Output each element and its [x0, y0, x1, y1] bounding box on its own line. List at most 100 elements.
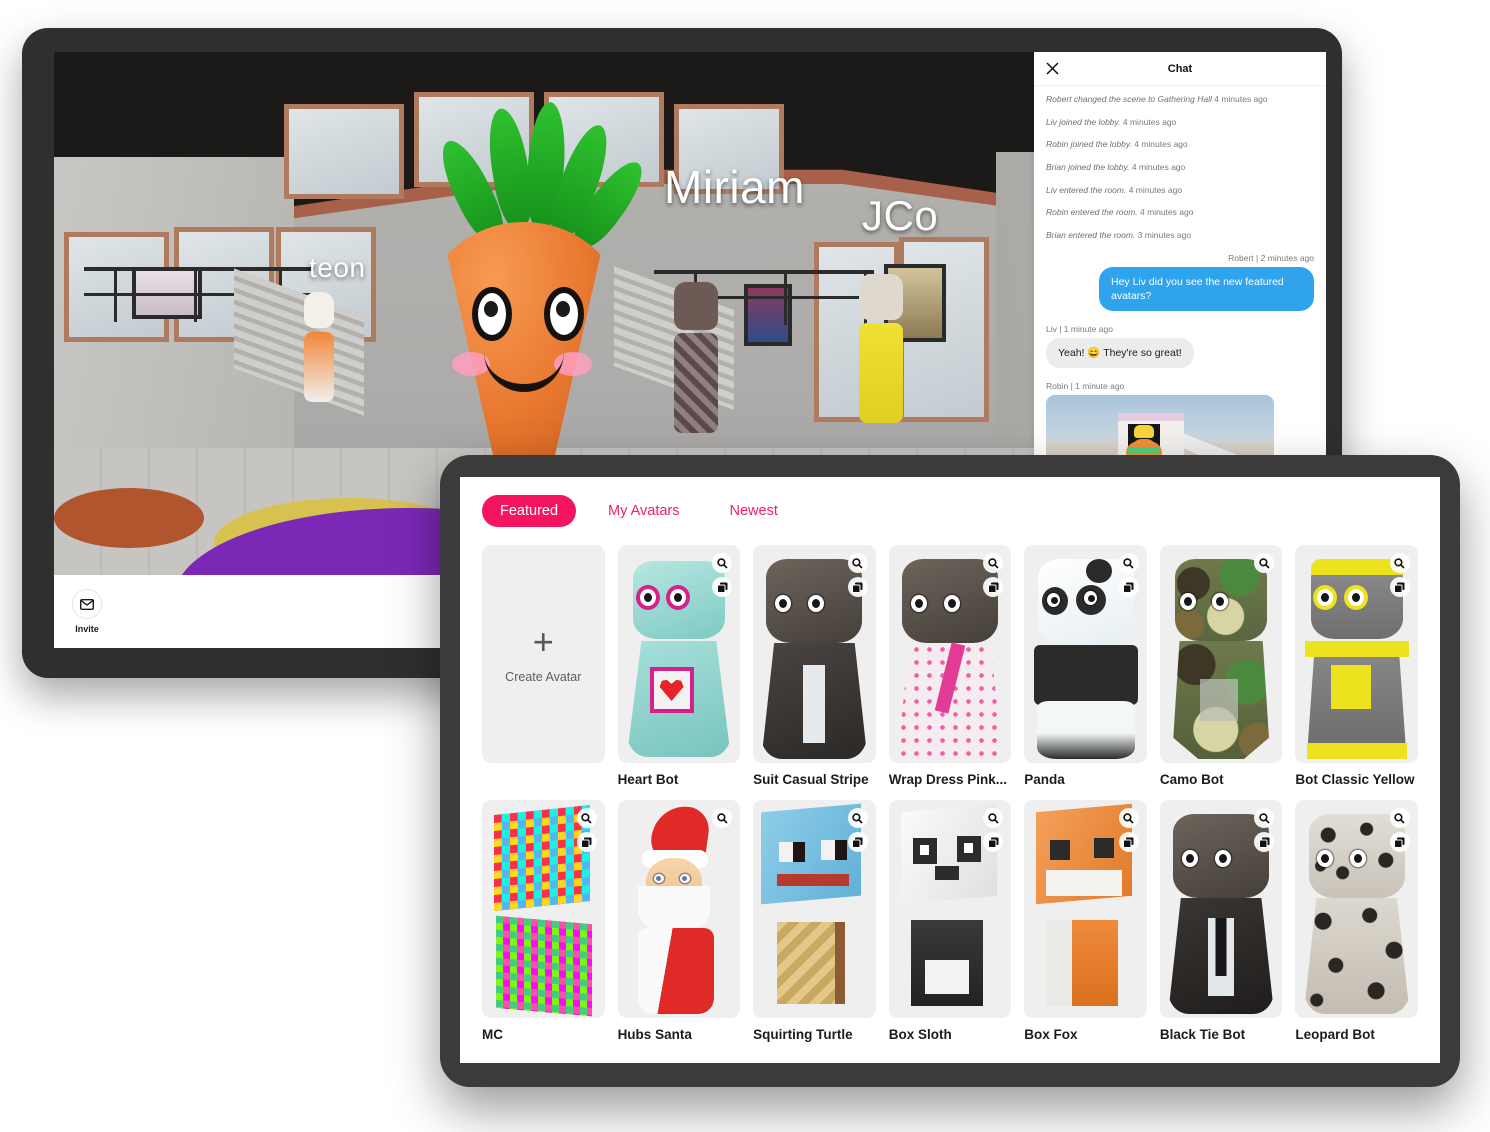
duplicate-icon[interactable]: [847, 577, 868, 597]
avatar-eye: [679, 874, 690, 883]
sloth-eye: [919, 845, 929, 855]
avatar-cell: Box Sloth: [888, 800, 1012, 1042]
avatar-thumbnail[interactable]: [1159, 545, 1283, 763]
avatar-eye: [669, 589, 686, 606]
avatar-thumbnail[interactable]: [753, 545, 876, 763]
envelope-icon: [72, 589, 102, 619]
carrot-avatar[interactable]: [394, 100, 654, 502]
invite-label: Invite: [75, 624, 99, 634]
avatar-thumbnail[interactable]: [1024, 545, 1147, 763]
remote-avatar[interactable]: [304, 292, 334, 402]
avatar-cell: Hubs Santa: [617, 800, 741, 1042]
duplicate-icon[interactable]: [1118, 577, 1139, 597]
system-message-time: 4 minutes ago: [1131, 162, 1186, 173]
avatar-thumbnail[interactable]: [1295, 800, 1418, 1018]
system-message-time: 4 minutes ago: [1214, 94, 1268, 104]
player-name-label-1: Miriam: [664, 161, 805, 213]
santa-beard: [637, 886, 710, 934]
invite-button[interactable]: Invite: [72, 589, 102, 634]
railing: [654, 270, 874, 299]
magnifier-icon[interactable]: [983, 553, 1004, 573]
tab-featured[interactable]: Featured: [482, 495, 577, 527]
avatar-cell: Bot Classic Yellow: [1295, 545, 1418, 787]
avatar-thumbnail[interactable]: [617, 545, 741, 763]
tab-newest[interactable]: Newest: [712, 495, 796, 527]
create-avatar-button[interactable]: + Create Avatar: [482, 545, 605, 763]
close-icon[interactable]: [1046, 62, 1059, 75]
avatar-thumbnail[interactable]: [888, 800, 1012, 1018]
remote-avatar[interactable]: [674, 282, 718, 433]
magnifier-icon[interactable]: [983, 808, 1004, 828]
system-message: Liv joined the lobby. 4 minutes ago: [1046, 117, 1314, 127]
avatar-cell: Black Tie Bot: [1159, 800, 1283, 1042]
turtle-body-block: [777, 922, 846, 1004]
turtle-eye: [793, 842, 806, 862]
screenshot-stage: teon Miriam JCo Invite Chat Robert chang…: [0, 0, 1490, 1132]
magnifier-icon[interactable]: [847, 553, 868, 573]
floor-rug: [54, 488, 204, 548]
avatar-head: [494, 804, 590, 912]
avatar-foot-trim: [1306, 743, 1407, 759]
duplicate-icon[interactable]: [847, 832, 868, 852]
duplicate-icon[interactable]: [983, 832, 1004, 852]
magnifier-icon[interactable]: [712, 553, 733, 573]
magnifier-icon[interactable]: [576, 808, 597, 828]
avatar-name: Box Fox: [1024, 1027, 1078, 1042]
duplicate-icon[interactable]: [1389, 832, 1410, 852]
avatar-head: [674, 282, 718, 330]
photo-fox-glasses: [1128, 447, 1160, 455]
avatar-thumbnail[interactable]: [1024, 800, 1147, 1018]
chat-title: Chat: [1167, 62, 1193, 75]
avatar-eye: [653, 874, 664, 883]
magnifier-icon[interactable]: [1254, 553, 1275, 573]
railing-post: [194, 267, 197, 322]
system-message-text: Brian joined the lobby.: [1046, 162, 1130, 173]
duplicate-icon[interactable]: [983, 577, 1004, 597]
avatar-body: [1033, 645, 1138, 705]
magnifier-icon[interactable]: [1389, 553, 1410, 573]
system-message-text: Robert changed the scene to Gathering Ha…: [1046, 94, 1212, 104]
avatar-thumbnail[interactable]: [617, 800, 741, 1018]
carrot-body: [440, 222, 608, 477]
avatar-thumbnail[interactable]: [1295, 545, 1418, 763]
magnifier-icon[interactable]: [1389, 808, 1410, 828]
avatar-name: Box Sloth: [888, 1027, 952, 1042]
system-message-text: Liv entered the room.: [1046, 184, 1127, 195]
duplicate-icon[interactable]: [712, 577, 733, 597]
system-message-text: Robin entered the room.: [1046, 207, 1138, 218]
magnifier-icon[interactable]: [712, 808, 733, 828]
avatar-name: Leopard Bot: [1295, 1027, 1375, 1042]
avatar-thumbnail[interactable]: [888, 545, 1012, 763]
magnifier-icon[interactable]: [1118, 553, 1139, 573]
avatar-eye: [1179, 593, 1196, 610]
remote-avatar[interactable]: [859, 274, 903, 424]
avatar-thumbnail[interactable]: [1159, 800, 1283, 1018]
magnifier-icon[interactable]: [1254, 808, 1275, 828]
avatar-name: Wrap Dress Pink...: [888, 772, 1007, 787]
system-message: Brian joined the lobby. 4 minutes ago: [1046, 162, 1314, 172]
fox-belly: [1046, 920, 1073, 1006]
magnifier-icon[interactable]: [847, 808, 868, 828]
duplicate-icon[interactable]: [1118, 832, 1139, 852]
window: [284, 104, 404, 199]
avatar-body: [674, 333, 718, 433]
system-message-time: 4 minutes ago: [1134, 139, 1188, 150]
avatar-eye: [1211, 593, 1228, 610]
magnifier-icon[interactable]: [1118, 808, 1139, 828]
avatar-eye: [639, 589, 656, 606]
system-message: Brian entered the room. 3 minutes ago: [1046, 230, 1314, 240]
avatar-browser: Featured My Avatars Newest + Create Avat…: [460, 477, 1440, 1063]
player-name-label-0: teon: [309, 252, 366, 283]
duplicate-icon[interactable]: [1389, 577, 1410, 597]
avatar-eye: [1181, 850, 1198, 867]
avatar-head: [859, 274, 903, 320]
system-message-time: 4 minutes ago: [1140, 207, 1194, 218]
avatar-thumbnail[interactable]: [482, 800, 605, 1018]
duplicate-icon[interactable]: [576, 832, 597, 852]
avatar-eye: [1214, 850, 1231, 867]
avatar-thumbnail[interactable]: [753, 800, 876, 1018]
avatar-cell: MC: [482, 800, 605, 1042]
photo-duck-sign: [1134, 425, 1154, 439]
tab-my-avatars[interactable]: My Avatars: [590, 495, 697, 527]
duplicate-icon[interactable]: [1254, 832, 1275, 852]
